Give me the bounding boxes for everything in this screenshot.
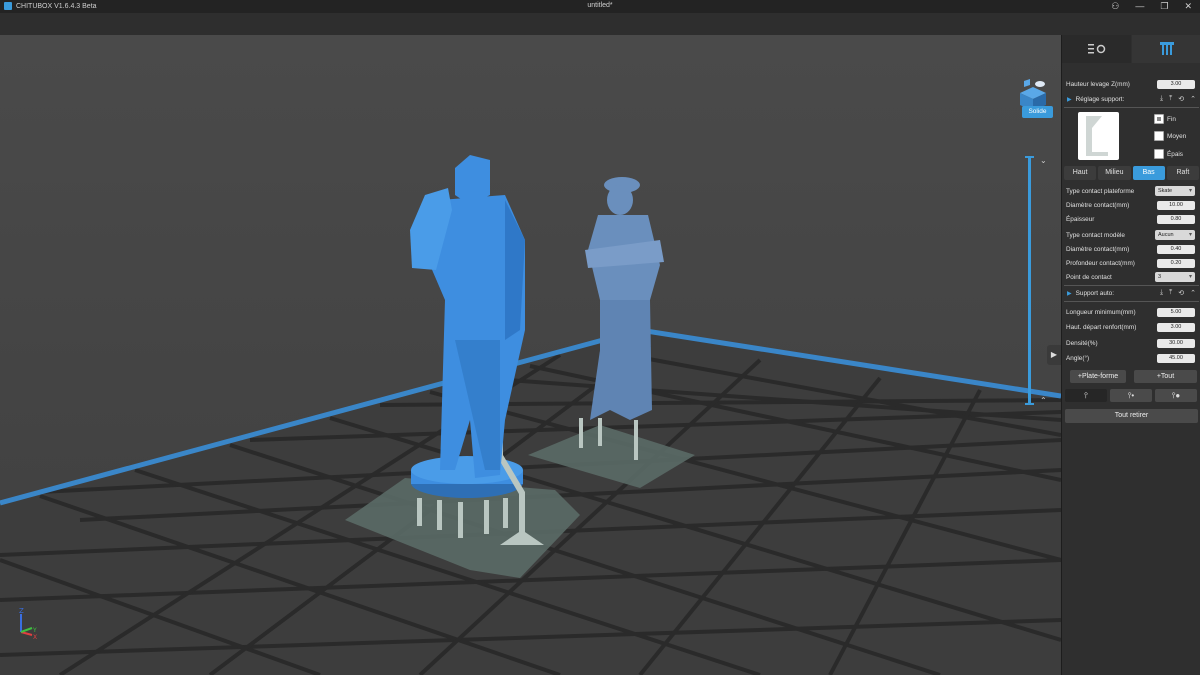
lift-height-input[interactable]: 3.00	[1157, 79, 1195, 89]
support-panel: Hauteur levage Z(mm) 3.00 ▶ Réglage supp…	[1061, 35, 1200, 675]
support-tool-single-icon[interactable]: ⫯	[1065, 389, 1107, 402]
min-length-input[interactable]: 5.00	[1157, 307, 1195, 317]
import-icon[interactable]: ⤓	[1160, 289, 1163, 297]
export-icon[interactable]: ⤒	[1169, 95, 1172, 103]
restore-button[interactable]: ❐	[1160, 1, 1168, 12]
contact-point-select[interactable]: 3	[1155, 272, 1195, 282]
layer-slider-top-handle[interactable]	[1025, 156, 1034, 158]
min-length-row: Longueur minimum(mm) 5.00	[1066, 306, 1197, 318]
remove-all-supports-button[interactable]: Tout retirer	[1065, 409, 1198, 423]
density-input[interactable]: 30.00	[1157, 338, 1195, 348]
contact-diameter-row: Diamètre contact(mm) 10.00	[1066, 199, 1197, 211]
document-title: untitled*	[587, 2, 613, 9]
contact-depth-row: Profondeur contact(mm) 0.20	[1066, 257, 1197, 269]
import-icon[interactable]: ⤓	[1160, 95, 1163, 103]
tab-settings[interactable]	[1062, 35, 1131, 63]
size-option-medium-label: Moyen	[1167, 132, 1187, 140]
svg-text:Y: Y	[32, 627, 37, 634]
axis-gizmo-icon: Z Y X	[14, 606, 44, 641]
add-platform-support-button[interactable]: +Plate-forme	[1070, 370, 1126, 383]
collapse-up-icon[interactable]: ⌃	[1190, 95, 1196, 103]
support-settings-label: Réglage support:	[1075, 95, 1125, 103]
angle-input[interactable]: 45.00	[1157, 353, 1195, 363]
support-tool-linear-icon[interactable]: ⫯•	[1110, 389, 1152, 402]
close-button[interactable]: ✕	[1184, 1, 1192, 12]
checkbox-thick[interactable]	[1154, 149, 1164, 159]
reinforce-height-input[interactable]: 3.00	[1157, 322, 1195, 332]
layer-slider[interactable]	[1028, 157, 1031, 404]
size-option-fine-label: Fin	[1167, 115, 1176, 123]
model-contact-type-select[interactable]: Aucun	[1155, 230, 1195, 240]
settings-icon	[1087, 44, 1105, 54]
checkbox-medium[interactable]	[1154, 131, 1164, 141]
chevron-up-icon[interactable]: ⌃	[1040, 396, 1047, 405]
support-icon	[1159, 42, 1174, 55]
user-icon[interactable]: ⚇	[1111, 1, 1119, 12]
contact-depth-input[interactable]: 0.20	[1157, 258, 1195, 268]
divider	[1064, 285, 1199, 286]
support-tool-area-icon[interactable]: ⫯●	[1155, 389, 1197, 402]
auto-support-label: Support auto:	[1075, 289, 1114, 297]
svg-text:X: X	[33, 634, 37, 640]
layer-slider-bottom-handle[interactable]	[1025, 403, 1034, 405]
density-row: Densité(%) 30.00	[1066, 337, 1197, 349]
menu-bar	[0, 13, 1200, 36]
view-mode-button[interactable]: Solide	[1022, 106, 1053, 118]
model-contact-type-row: Type contact modèle Aucun	[1066, 229, 1197, 241]
auto-support-header[interactable]: ▶ Support auto: ⤓ ⤒ ⟲ ⌃	[1064, 287, 1199, 299]
size-option-fine[interactable]: Fin	[1154, 114, 1176, 124]
contact-point-row: Point de contact 3	[1066, 271, 1197, 283]
divider	[1064, 301, 1199, 302]
thickness-row: Épaisseur 0.80	[1066, 213, 1197, 225]
size-option-medium[interactable]: Moyen	[1154, 131, 1186, 141]
size-option-thick-label: Épais	[1167, 150, 1183, 158]
support-settings-header[interactable]: ▶ Réglage support: ⤓ ⤒ ⟲ ⌃	[1064, 93, 1199, 105]
svg-text:Z: Z	[19, 607, 24, 615]
divider	[1064, 107, 1199, 108]
3d-viewport[interactable]	[0, 35, 1061, 675]
panel-toggle-arrow-icon[interactable]: ▶	[1047, 345, 1061, 365]
platform-contact-type-row: Type contact plateforme Skate	[1066, 185, 1197, 197]
tab-top[interactable]: Haut	[1064, 166, 1097, 180]
tab-raft[interactable]: Raft	[1166, 166, 1199, 180]
reinforce-height-row: Haut. départ renfort(mm) 3.00	[1066, 321, 1197, 333]
angle-row: Angle(°) 45.00	[1066, 352, 1197, 364]
tab-bottom[interactable]: Bas	[1132, 166, 1165, 180]
contact-diameter2-input[interactable]: 0.40	[1157, 244, 1195, 254]
collapse-up-icon[interactable]: ⌃	[1190, 289, 1196, 297]
thickness-input[interactable]: 0.80	[1157, 214, 1195, 224]
expand-triangle-icon: ▶	[1067, 290, 1072, 297]
platform-contact-type-select[interactable]: Skate	[1155, 186, 1195, 196]
export-icon[interactable]: ⤒	[1169, 289, 1172, 297]
support-preview-image	[1078, 112, 1119, 160]
reset-icon[interactable]: ⟲	[1178, 289, 1184, 297]
chevron-down-icon[interactable]: ⌄	[1040, 156, 1047, 165]
minimize-button[interactable]: —	[1135, 1, 1144, 12]
tab-support[interactable]	[1132, 35, 1200, 63]
title-bar: CHITUBOX V1.6.4.3 Beta untitled* ⚇ — ❐ ✕	[0, 0, 1200, 13]
lift-height-row: Hauteur levage Z(mm) 3.00	[1066, 78, 1197, 90]
add-all-support-button[interactable]: +Tout	[1134, 370, 1197, 383]
contact-diameter2-row: Diamètre contact(mm) 0.40	[1066, 243, 1197, 255]
checkbox-fine[interactable]	[1154, 114, 1164, 124]
contact-diameter-input[interactable]: 10.00	[1157, 200, 1195, 210]
scene-canvas	[0, 35, 1061, 675]
size-option-thick[interactable]: Épais	[1154, 149, 1183, 159]
reset-icon[interactable]: ⟲	[1178, 95, 1184, 103]
support-part-tabs: Haut Milieu Bas Raft	[1064, 166, 1199, 180]
tab-middle[interactable]: Milieu	[1098, 166, 1131, 180]
expand-triangle-icon: ▶	[1067, 96, 1072, 103]
